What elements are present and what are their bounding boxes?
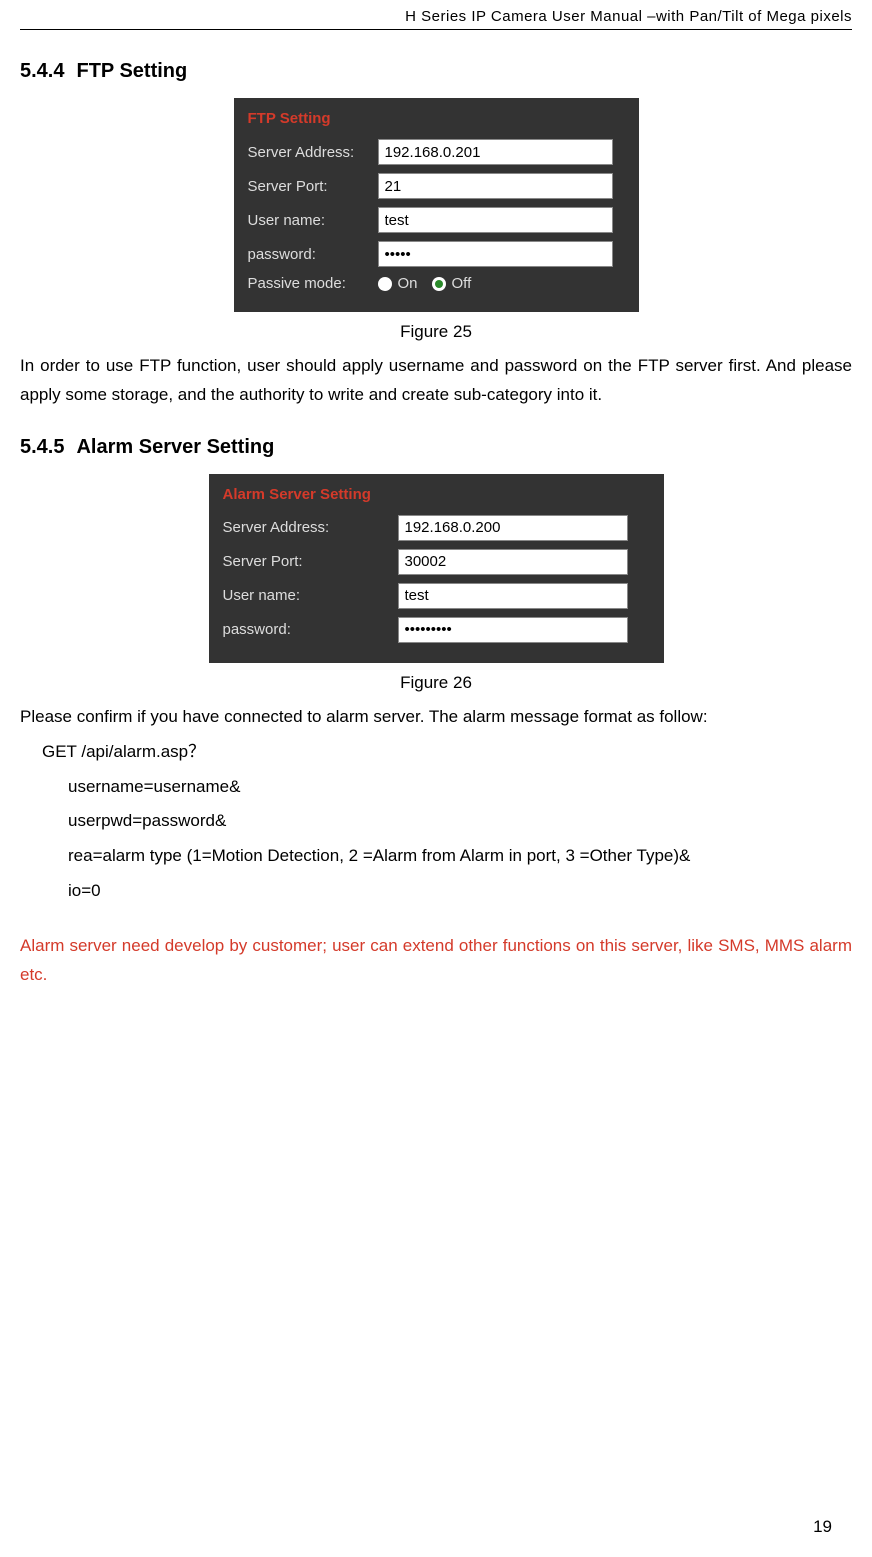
ftp-server-address-row: Server Address: <box>248 139 625 165</box>
page-header: H Series IP Camera User Manual –with Pan… <box>20 0 852 30</box>
ftp-passive-row: Passive mode: On Off <box>248 275 625 292</box>
alarm-code-line1: GET /api/alarm.asp？ <box>20 738 852 767</box>
alarm-username-row: User name: <box>223 583 650 609</box>
alarm-code-line2: username=username& <box>20 773 852 802</box>
alarm-panel-title: Alarm Server Setting <box>223 486 650 503</box>
alarm-server-port-label: Server Port: <box>223 553 398 570</box>
ftp-passive-label: Passive mode: <box>248 275 378 292</box>
ftp-passive-radio-group: On Off <box>378 275 480 292</box>
ftp-description: In order to use FTP function, user shoul… <box>20 352 852 410</box>
section-number: 5.4.4 <box>20 60 64 83</box>
ftp-password-label: password: <box>248 246 378 263</box>
figure-25-caption: Figure 25 <box>20 322 852 342</box>
alarm-password-row: password: <box>223 617 650 643</box>
alarm-intro-text: Please confirm if you have connected to … <box>20 703 852 732</box>
alarm-code-line3: userpwd=password& <box>20 807 852 836</box>
page-number: 19 <box>813 1517 832 1537</box>
radio-off[interactable] <box>432 277 446 291</box>
ftp-username-row: User name: <box>248 207 625 233</box>
ftp-password-row: password: <box>248 241 625 267</box>
ftp-username-input[interactable] <box>378 207 613 233</box>
ftp-setting-panel: FTP Setting Server Address: Server Port:… <box>234 98 639 312</box>
alarm-server-address-input[interactable] <box>398 515 628 541</box>
alarm-username-input[interactable] <box>398 583 628 609</box>
alarm-server-port-input[interactable] <box>398 549 628 575</box>
ftp-server-address-input[interactable] <box>378 139 613 165</box>
radio-on[interactable] <box>378 277 392 291</box>
section-number: 5.4.5 <box>20 436 64 459</box>
section-5-4-5-heading: 5.4.5 Alarm Server Setting <box>20 436 852 459</box>
ftp-username-label: User name: <box>248 212 378 229</box>
ftp-server-port-row: Server Port: <box>248 173 625 199</box>
ftp-password-input[interactable] <box>378 241 613 267</box>
section-title: FTP Setting <box>76 60 187 82</box>
ftp-server-address-label: Server Address: <box>248 144 378 161</box>
alarm-server-address-label: Server Address: <box>223 519 398 536</box>
alarm-code-line5: io=0 <box>20 877 852 906</box>
alarm-server-port-row: Server Port: <box>223 549 650 575</box>
radio-on-label: On <box>398 275 418 292</box>
alarm-server-panel: Alarm Server Setting Server Address: Ser… <box>209 474 664 663</box>
ftp-panel-title: FTP Setting <box>248 110 625 127</box>
section-title: Alarm Server Setting <box>76 436 274 458</box>
section-5-4-4-heading: 5.4.4 FTP Setting <box>20 60 852 83</box>
figure-26-caption: Figure 26 <box>20 673 852 693</box>
alarm-server-address-row: Server Address: <box>223 515 650 541</box>
ftp-server-port-label: Server Port: <box>248 178 378 195</box>
alarm-password-label: password: <box>223 621 398 638</box>
radio-off-label: Off <box>452 275 472 292</box>
alarm-code-line4: rea=alarm type (1=Motion Detection, 2 =A… <box>20 842 852 871</box>
alarm-password-input[interactable] <box>398 617 628 643</box>
ftp-server-port-input[interactable] <box>378 173 613 199</box>
alarm-username-label: User name: <box>223 587 398 604</box>
alarm-note: Alarm server need develop by customer; u… <box>20 932 852 990</box>
